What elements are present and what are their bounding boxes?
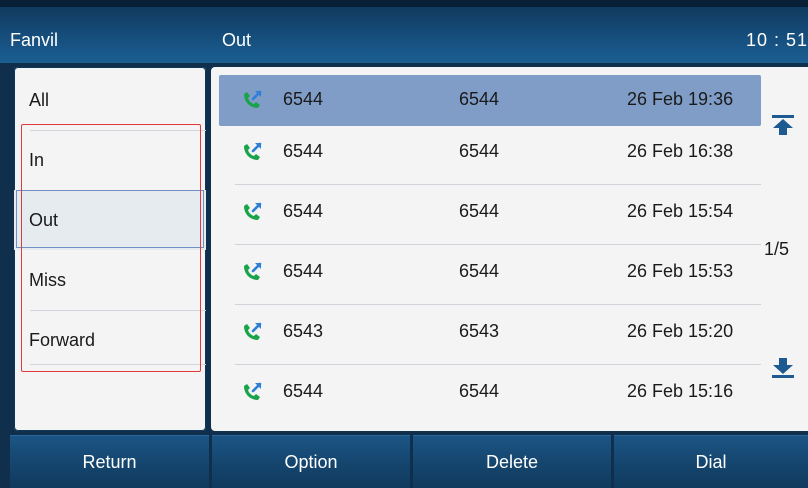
call-log-row[interactable]: 6544 6544 26 Feb 19:36 [219, 75, 761, 133]
filter-item-miss[interactable]: Miss [14, 250, 206, 310]
divider [235, 364, 761, 365]
divider [235, 184, 761, 185]
outgoing-call-icon [244, 322, 262, 340]
call-name: 6544 [283, 261, 324, 281]
call-name: 6544 [283, 381, 324, 401]
brand-label: Fanvil [10, 30, 59, 50]
call-name: 6544 [283, 141, 324, 161]
call-name: 6544 [283, 201, 324, 221]
filter-item-all[interactable]: All [14, 70, 206, 130]
call-number: 6544 [459, 381, 500, 401]
call-time: 26 Feb 15:20 [627, 321, 734, 341]
call-number: 6544 [459, 89, 500, 109]
call-time: 26 Feb 16:38 [627, 141, 734, 161]
option-button-label: Option [284, 451, 338, 472]
filter-item-in[interactable]: In [14, 130, 206, 190]
softkey-bar: Return Option Delete Dial [0, 435, 808, 488]
call-time: 26 Feb 15:16 [627, 381, 734, 401]
call-log-row[interactable]: 6544 6544 26 Feb 15:54 [219, 187, 761, 245]
call-time: 26 Feb 19:36 [627, 89, 734, 109]
return-button-label: Return [82, 451, 137, 472]
delete-button-label: Delete [485, 451, 539, 472]
filter-item-label: All [29, 90, 50, 110]
call-name: 6544 [283, 89, 324, 109]
dial-button-label: Dial [695, 451, 727, 472]
outgoing-call-icon [244, 262, 262, 280]
status-bar: Fanvil Out 10 : 51 [0, 0, 808, 63]
call-name: 6543 [283, 321, 324, 341]
call-number: 6543 [459, 321, 500, 341]
return-button[interactable]: Return [10, 435, 209, 488]
call-log-list: 6544 6544 26 Feb 19:36 6544 6544 26 Feb … [211, 67, 808, 431]
filter-item-label: In [29, 150, 45, 170]
outgoing-call-icon [244, 90, 262, 108]
divider [235, 244, 761, 245]
filter-item-label: Miss [29, 270, 66, 290]
call-time: 26 Feb 15:53 [627, 261, 734, 281]
scroll-to-top-icon[interactable] [770, 114, 796, 136]
filter-item-label: Forward [29, 330, 96, 350]
call-log-row[interactable]: 6544 6544 26 Feb 16:38 [219, 127, 761, 185]
selection-highlight [16, 190, 204, 248]
outgoing-call-icon [244, 202, 262, 220]
filter-item-forward[interactable]: Forward [14, 310, 206, 370]
page-title: Out [222, 30, 252, 50]
call-number: 6544 [459, 201, 500, 221]
call-filter-panel: All In Out Miss Forward [14, 67, 206, 431]
divider [30, 364, 206, 365]
call-log-row[interactable]: 6544 6544 26 Feb 15:16 [219, 367, 761, 425]
call-time: 26 Feb 15:54 [627, 201, 734, 221]
delete-button[interactable]: Delete [413, 435, 611, 488]
outgoing-call-icon [244, 142, 262, 160]
call-number: 6544 [459, 261, 500, 281]
phone-screen: Fanvil Out 10 : 51 All In Out Miss Forwa… [0, 0, 808, 488]
call-log-row[interactable]: 6544 6544 26 Feb 15:53 [219, 247, 761, 305]
clock: 10 : 51 [745, 30, 808, 50]
outgoing-call-icon [244, 382, 262, 400]
option-button[interactable]: Option [212, 435, 410, 488]
call-log-row[interactable]: 6543 6543 26 Feb 15:20 [219, 307, 761, 365]
scroll-to-bottom-icon[interactable] [770, 357, 796, 379]
call-number: 6544 [459, 141, 500, 161]
dial-button[interactable]: Dial [614, 435, 808, 488]
divider [235, 304, 761, 305]
page-indicator: 1/5 [764, 239, 790, 259]
